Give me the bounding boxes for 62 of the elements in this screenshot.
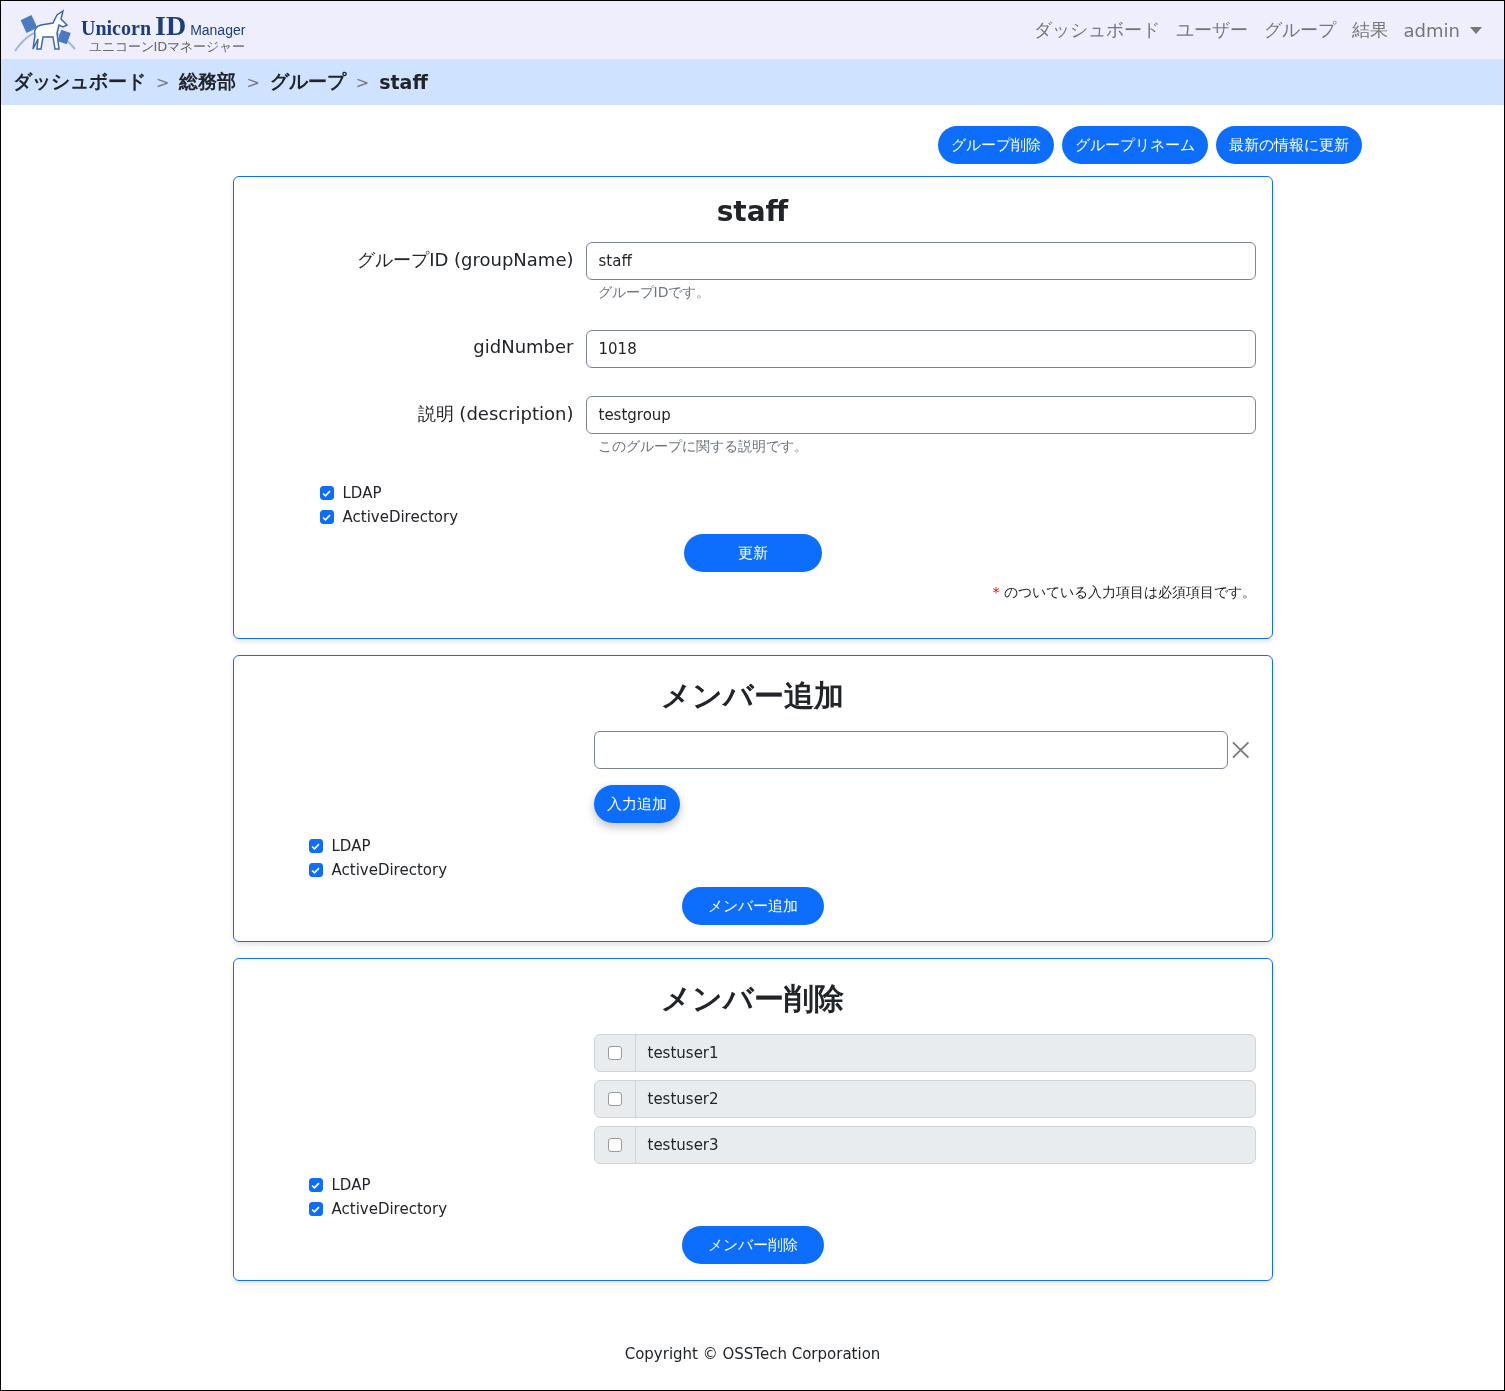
remove-member-button[interactable]: メンバー削除 [681,1226,824,1264]
input-field[interactable]: testgroup [585,396,1256,434]
checkbox-label: LDAP [331,837,371,855]
checkbox[interactable] [308,863,323,877]
checkbox[interactable] [308,1202,323,1216]
help-text: このグループに関する説明です。 [596,437,809,456]
breadcrumb-separator: > [246,72,260,92]
member-name: testuser3 [646,1135,719,1156]
user-menu[interactable]: admin [1403,19,1482,41]
breadcrumb-link[interactable]: staff [379,71,428,93]
logo-subtitle: ユニコーンIDマネージャー [88,40,246,53]
card-title: メンバー削除 [660,980,845,1018]
action-button[interactable]: グループリネーム [1062,126,1208,164]
checkbox[interactable] [607,1092,622,1106]
field-label: 説明 (description) [416,402,574,426]
checkbox-label: LDAP [331,1176,371,1194]
breadcrumb-link[interactable]: 総務部 [179,69,237,95]
checkbox[interactable] [319,510,334,524]
nav-link[interactable]: 結果 [1351,18,1388,42]
breadcrumb-separator: > [355,72,370,92]
field-label: グループID (groupName) [356,248,574,272]
required-note: のついている入力項目は必須項目です。 [1003,584,1256,600]
nav-link[interactable]: ダッシュボード [1033,18,1160,42]
checkbox-label: ActiveDirectory [331,861,448,879]
input-field[interactable]: 1018 [585,330,1256,368]
action-button[interactable]: グループ削除 [938,126,1054,164]
nav-link[interactable]: ユーザー [1175,18,1248,42]
card-title: メンバー追加 [660,677,845,715]
breadcrumb-link[interactable]: グループ [269,69,346,95]
member-input-field[interactable] [593,731,1229,769]
unicorn-icon [13,9,79,53]
required-mark: * [992,584,1000,600]
nav-link[interactable]: グループ [1263,18,1336,42]
checkbox[interactable] [607,1046,622,1060]
member-row[interactable]: testuser1 [593,1034,1256,1072]
action-button[interactable]: 最新の情報に更新 [1216,126,1362,164]
card-title: staff [715,195,790,228]
close-icon[interactable] [1232,741,1250,759]
caret-icon [1470,26,1482,34]
copyright-text: Copyright © OSSTech Corporation [624,1345,881,1363]
logo-word: ID [155,12,187,40]
logo-word: Unicorn [81,18,151,38]
breadcrumb-link[interactable]: ダッシュボード [13,69,146,95]
breadcrumb-separator: > [156,72,170,92]
add-member-button[interactable]: メンバー追加 [681,887,824,925]
field-label: gidNumber [472,335,574,359]
checkbox[interactable] [319,486,334,500]
checkbox-label: ActiveDirectory [331,1200,448,1218]
update-button[interactable]: 更新 [683,534,822,572]
input-field[interactable]: staff [585,242,1256,280]
checkbox[interactable] [308,839,323,853]
help-text: グループIDです。 [596,283,712,302]
checkbox[interactable] [308,1178,323,1192]
member-name: testuser1 [646,1043,719,1064]
member-row[interactable]: testuser2 [593,1080,1256,1118]
add-input-button[interactable]: 入力追加 [593,785,680,823]
checkbox[interactable] [607,1138,622,1152]
member-name: testuser2 [646,1089,719,1110]
logo-word: Manager [190,23,246,37]
member-row[interactable]: testuser3 [593,1126,1256,1164]
checkbox-label: LDAP [342,484,382,502]
checkbox-label: ActiveDirectory [342,508,459,526]
